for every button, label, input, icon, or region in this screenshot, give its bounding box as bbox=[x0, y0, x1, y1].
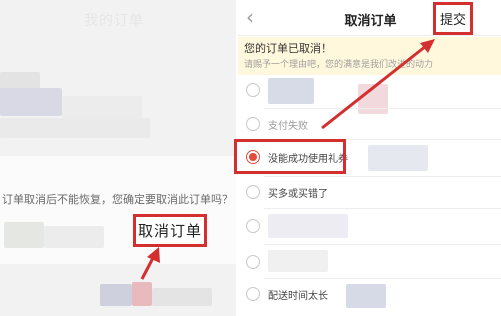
radio-button[interactable] bbox=[246, 83, 260, 97]
order-dialog-screenshot: 我的订单 订单取消后不能恢复，您确定要取消此订单吗？ 取消订单 bbox=[0, 0, 236, 316]
blurred-content bbox=[4, 222, 44, 248]
blurred-content bbox=[0, 88, 62, 116]
divider bbox=[264, 176, 501, 177]
reason-label: 支付失败 bbox=[268, 121, 308, 132]
blurred-content bbox=[100, 284, 132, 306]
reason-option-1[interactable] bbox=[238, 76, 501, 114]
divider bbox=[264, 208, 501, 209]
reason-option-5[interactable] bbox=[238, 212, 501, 240]
divider bbox=[264, 278, 501, 279]
cancel-notice: 您的订单已取消！ 请赐予一个理由吧，您的满意是我们改进的动力 bbox=[238, 37, 501, 75]
nav-header: ‹ 取消订单 提交 bbox=[238, 0, 501, 36]
blurred-content bbox=[346, 284, 386, 308]
dialog-message: 订单取消后不能恢复，您确定要取消此订单吗？ bbox=[2, 193, 233, 206]
reason-label: 配送时间太长 bbox=[268, 291, 328, 302]
cancel-order-button[interactable]: 取消订单 bbox=[133, 214, 207, 247]
divider bbox=[264, 244, 501, 245]
radio-button[interactable] bbox=[246, 219, 260, 233]
blurred-content bbox=[268, 250, 328, 272]
radio-button[interactable] bbox=[246, 117, 260, 131]
reason-label: 买多或买错了 bbox=[268, 189, 328, 200]
blurred-content bbox=[268, 78, 314, 104]
blurred-content bbox=[62, 96, 142, 118]
radio-button[interactable] bbox=[246, 255, 260, 269]
notice-title: 您的订单已取消！ bbox=[244, 42, 332, 55]
blurred-content bbox=[44, 226, 104, 248]
blurred-content bbox=[368, 145, 428, 171]
submit-button[interactable]: 提交 bbox=[433, 2, 473, 35]
selected-reason-highlight bbox=[234, 139, 346, 174]
left-page-title: 我的订单 bbox=[84, 13, 144, 29]
radio-button[interactable] bbox=[246, 287, 260, 301]
notice-subtitle: 请赐予一个理由吧，您的满意是我们改进的动力 bbox=[244, 60, 434, 70]
reason-option-4[interactable]: 买多或买错了 bbox=[238, 178, 501, 206]
divider bbox=[264, 108, 501, 109]
blurred-content bbox=[132, 282, 152, 306]
blurred-content bbox=[152, 288, 212, 306]
blurred-content bbox=[0, 118, 150, 138]
reason-option-7[interactable]: 配送时间太长 bbox=[238, 280, 501, 308]
radio-button[interactable] bbox=[246, 185, 260, 199]
blurred-content bbox=[268, 214, 348, 238]
reason-option-2[interactable]: 支付失败 bbox=[238, 110, 501, 138]
reason-option-6[interactable] bbox=[238, 248, 501, 276]
confirm-dialog: 订单取消后不能恢复，您确定要取消此订单吗？ bbox=[0, 156, 236, 264]
submit-label: 提交 bbox=[439, 13, 466, 28]
cancel-order-label: 取消订单 bbox=[137, 222, 202, 240]
